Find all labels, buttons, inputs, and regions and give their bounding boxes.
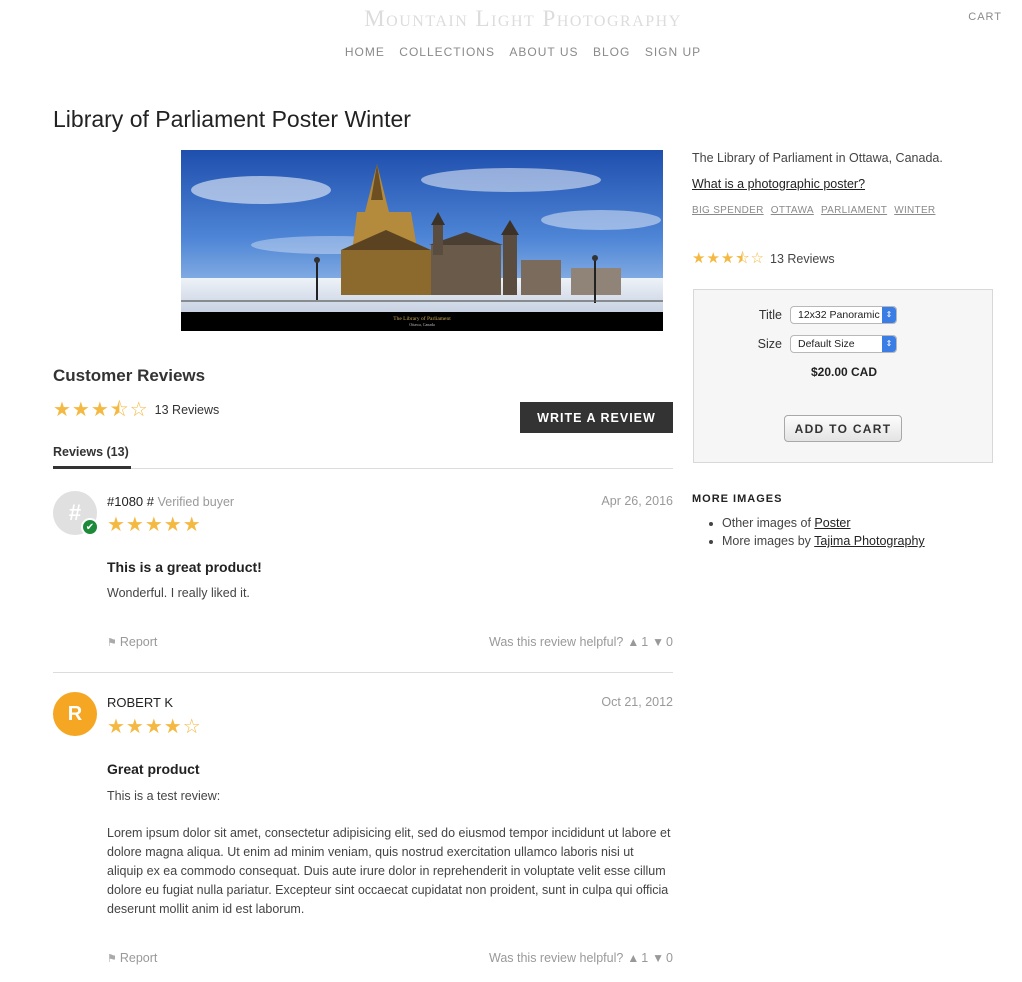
helpful-down-count: 0 bbox=[666, 951, 673, 965]
main-nav: HOME COLLECTIONS ABOUT US BLOG SIGN UP bbox=[0, 43, 1022, 61]
title-option-label: Title bbox=[758, 308, 782, 322]
title-option-row: Title 12x32 Panoramic ⇕ bbox=[694, 306, 994, 324]
thumbs-down-icon[interactable]: ▼ bbox=[652, 951, 664, 965]
poster-collection-link[interactable]: Poster bbox=[814, 516, 850, 530]
report-button[interactable]: ⚑ Report bbox=[107, 635, 157, 649]
nav-home[interactable]: HOME bbox=[345, 45, 385, 59]
purchase-box: Title 12x32 Panoramic ⇕ Size Default Siz… bbox=[693, 289, 993, 463]
product-price: $20.00 CAD bbox=[810, 365, 878, 379]
verified-buyer-label: Verified buyer bbox=[157, 495, 235, 509]
more-images-list: Other images of Poster More images by Ta… bbox=[709, 516, 925, 552]
review-body: Wonderful. I really liked it. bbox=[107, 586, 250, 600]
helpful-down-count: 0 bbox=[666, 635, 673, 649]
helpful-up-count: 1 bbox=[641, 635, 649, 649]
product-tags: BIG SPENDER OTTAWA PARLIAMENT WINTER bbox=[692, 205, 939, 216]
flag-icon: ⚑ bbox=[107, 636, 117, 649]
site-title[interactable]: Mountain Light Photography bbox=[0, 6, 1022, 32]
tab-reviews[interactable]: Reviews (13) bbox=[53, 445, 129, 459]
write-review-button[interactable]: WRITE A REVIEW bbox=[520, 402, 673, 433]
review-stars: ★★★★☆ bbox=[107, 716, 202, 738]
tag-winter[interactable]: WINTER bbox=[894, 205, 935, 216]
photographer-link[interactable]: Tajima Photography bbox=[814, 534, 924, 548]
review-stars: ★★★★★ bbox=[107, 514, 202, 536]
review-date: Oct 21, 2012 bbox=[601, 695, 673, 709]
size-select-value: Default Size bbox=[798, 338, 855, 350]
size-option-label: Size bbox=[757, 337, 782, 351]
thumbs-up-icon[interactable]: ▲ bbox=[627, 951, 639, 965]
thumbs-down-icon[interactable]: ▼ bbox=[652, 635, 664, 649]
chevron-updown-icon: ⇕ bbox=[882, 336, 896, 352]
nav-sign-up[interactable]: SIGN UP bbox=[645, 45, 701, 59]
helpful-up-count: 1 bbox=[641, 951, 649, 965]
product-description: The Library of Parliament in Ottawa, Can… bbox=[692, 151, 943, 165]
tab-active-indicator bbox=[53, 466, 131, 469]
title-select-value: 12x32 Panoramic bbox=[798, 309, 880, 321]
nav-collections[interactable]: COLLECTIONS bbox=[399, 45, 495, 59]
tab-divider bbox=[53, 468, 673, 469]
review-title: Great product bbox=[107, 761, 200, 777]
helpful-vote: Was this review helpful? ▲ 1 ▼ 0 bbox=[488, 635, 673, 649]
summary-count: 13 Reviews bbox=[154, 403, 220, 417]
reviewer-name: #1080 # Verified buyer bbox=[107, 494, 235, 509]
rating-stars: ★★★⯪☆ bbox=[692, 250, 765, 267]
tag-ottawa[interactable]: OTTAWA bbox=[771, 205, 814, 216]
more-images-heading: MORE IMAGES bbox=[692, 493, 783, 505]
product-title: Library of Parliament Poster Winter bbox=[53, 106, 411, 132]
check-icon: ✔ bbox=[81, 518, 99, 536]
add-to-cart-button[interactable]: ADD TO CART bbox=[784, 415, 902, 442]
poster-info-link[interactable]: What is a photographic poster? bbox=[692, 177, 865, 191]
summary-stars: ★★★⯪☆ bbox=[53, 399, 149, 421]
reviewer-name: ROBERT K bbox=[107, 695, 173, 710]
helpful-vote: Was this review helpful? ▲ 1 ▼ 0 bbox=[488, 951, 673, 965]
size-option-row: Size Default Size ⇕ bbox=[694, 335, 994, 353]
review-intro: This is a test review: bbox=[107, 789, 221, 803]
chevron-updown-icon: ⇕ bbox=[882, 307, 896, 323]
tag-parliament[interactable]: PARLIAMENT bbox=[821, 205, 887, 216]
reviews-heading: Customer Reviews bbox=[53, 366, 206, 385]
review-date: Apr 26, 2016 bbox=[601, 494, 673, 508]
flag-icon: ⚑ bbox=[107, 952, 117, 965]
thumbs-up-icon[interactable]: ▲ bbox=[627, 635, 639, 649]
nav-about-us[interactable]: ABOUT US bbox=[509, 45, 578, 59]
list-item: More images by Tajima Photography bbox=[709, 534, 925, 548]
title-select[interactable]: 12x32 Panoramic ⇕ bbox=[790, 306, 897, 324]
cart-link[interactable]: CART bbox=[968, 11, 1002, 23]
rating-count[interactable]: 13 Reviews bbox=[770, 252, 835, 266]
image-caption-title: The Library of Parliament bbox=[393, 315, 451, 322]
list-item: Other images of Poster bbox=[709, 516, 925, 530]
product-rating[interactable]: ★★★⯪☆ 13 Reviews bbox=[692, 251, 835, 266]
review-title: This is a great product! bbox=[107, 559, 262, 575]
nav-blog[interactable]: BLOG bbox=[593, 45, 630, 59]
avatar: R bbox=[53, 692, 97, 736]
report-button[interactable]: ⚑ Report bbox=[107, 951, 157, 965]
tag-big-spender[interactable]: BIG SPENDER bbox=[692, 205, 764, 216]
review-body: Lorem ipsum dolor sit amet, consectetur … bbox=[107, 826, 671, 916]
size-select[interactable]: Default Size ⇕ bbox=[790, 335, 897, 353]
reviews-summary: ★★★⯪☆ 13 Reviews bbox=[53, 400, 219, 420]
review-divider bbox=[53, 672, 673, 673]
product-image[interactable]: The Library of Parliament Ottawa, Canada bbox=[181, 150, 663, 331]
